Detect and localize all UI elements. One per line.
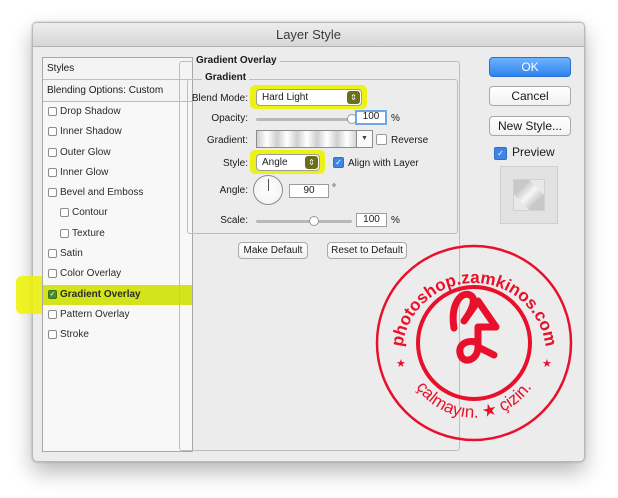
opacity-slider-track[interactable] <box>256 118 352 121</box>
effect-label: Drop Shadow <box>60 106 121 117</box>
angle-indicator <box>268 179 269 191</box>
style-select[interactable]: Angle ⇕ <box>256 154 320 171</box>
scale-input[interactable]: 100 <box>356 213 387 227</box>
effect-label: Stroke <box>60 329 89 341</box>
effect-item[interactable]: Stroke <box>43 325 192 345</box>
effect-label: Satin <box>60 248 83 260</box>
opacity-label: Opacity: <box>211 113 248 124</box>
scale-label: Scale: <box>220 215 248 226</box>
effect-checkbox[interactable] <box>48 249 57 259</box>
effect-checkbox[interactable] <box>48 147 57 157</box>
ok-button[interactable]: OK <box>489 57 571 77</box>
effect-checkbox[interactable] <box>48 127 57 137</box>
preview-swatch <box>513 179 545 211</box>
blending-options-item[interactable]: Blending Options: Custom <box>43 80 192 102</box>
align-with-layer-checkbox[interactable]: ✓ <box>333 157 344 168</box>
effect-label: Bevel and Emboss <box>60 187 144 199</box>
effect-label: Outer Glow <box>60 146 111 158</box>
select-arrows-icon: ⇕ <box>305 156 318 169</box>
blend-mode-label: Blend Mode: <box>191 93 248 104</box>
effect-checkbox[interactable] <box>48 188 57 198</box>
effect-label: Inner Glow <box>60 166 109 178</box>
preview-thumbnail <box>500 166 558 224</box>
effect-item[interactable]: Inner Glow <box>43 163 192 183</box>
make-default-button[interactable]: Make Default <box>238 242 308 259</box>
scale-slider-track[interactable] <box>256 220 352 223</box>
effect-item[interactable]: Inner Shadow <box>43 122 192 142</box>
effect-item[interactable]: Outer Glow <box>43 143 192 163</box>
styles-header[interactable]: Styles <box>43 58 192 80</box>
blend-mode-select[interactable]: Hard Light ⇕ <box>256 89 362 106</box>
effect-item[interactable]: Satin <box>43 244 192 264</box>
angle-label: Angle: <box>219 185 248 196</box>
styles-list: Styles Blending Options: Custom Drop Sha… <box>42 57 193 452</box>
gradient-overlay-title: Gradient Overlay <box>193 55 280 66</box>
gradient-swatch[interactable] <box>256 130 357 148</box>
watermark-stamp: photoshop.zamkinos.com çalmayın. ★ çizin… <box>375 244 573 442</box>
select-arrows-icon: ⇕ <box>347 91 360 104</box>
blend-mode-value: Hard Light <box>262 92 309 103</box>
preview-checkbox[interactable]: ✓ <box>494 147 507 160</box>
effect-item[interactable]: Contour <box>43 203 192 223</box>
effect-item[interactable]: Texture <box>43 224 192 244</box>
stamp-logo-icon <box>449 290 500 364</box>
align-with-layer-label: Align with Layer <box>348 158 419 169</box>
effect-checkbox[interactable] <box>48 330 57 340</box>
effect-label: Color Overlay <box>60 268 122 280</box>
gradient-group-title: Gradient <box>202 72 250 83</box>
opacity-unit: % <box>391 113 400 124</box>
effect-checkbox[interactable] <box>48 269 57 279</box>
style-value: Angle <box>262 157 288 168</box>
angle-dial[interactable] <box>253 175 283 205</box>
effect-checkbox[interactable] <box>60 228 69 238</box>
star-icon: ★ <box>542 357 552 370</box>
effect-label: Pattern Overlay <box>60 308 130 320</box>
cancel-button[interactable]: Cancel <box>489 86 571 106</box>
effect-checkbox[interactable]: ✓ <box>48 289 57 299</box>
new-style-button[interactable]: New Style... <box>489 116 571 136</box>
effect-checkbox[interactable] <box>48 107 57 116</box>
opacity-input[interactable]: 100 <box>355 110 387 125</box>
effect-item[interactable]: Drop Shadow <box>43 102 192 122</box>
effect-label: Texture <box>72 227 105 239</box>
scale-slider-knob[interactable] <box>308 216 319 226</box>
effect-item[interactable]: Pattern Overlay <box>43 305 192 325</box>
reverse-checkbox[interactable] <box>376 134 387 145</box>
angle-input[interactable]: 90 <box>289 184 329 198</box>
star-icon: ★ <box>396 357 406 370</box>
effect-checkbox[interactable] <box>48 167 57 177</box>
effects-list: Drop Shadow Inner Shadow Outer Glow Inner G… <box>43 102 192 346</box>
effect-item[interactable]: ✓ Gradient Overlay <box>43 284 192 305</box>
effect-item[interactable]: Color Overlay <box>43 264 192 284</box>
angle-unit: ° <box>332 183 336 194</box>
effect-label: Contour <box>72 207 108 219</box>
effect-label: Gradient Overlay <box>60 288 141 300</box>
style-label: Style: <box>222 158 248 169</box>
effect-label: Inner Shadow <box>60 126 122 138</box>
gradient-dropdown-icon[interactable]: ▼ <box>357 130 373 148</box>
effect-checkbox[interactable] <box>48 309 57 319</box>
preview-label: Preview <box>512 145 555 159</box>
effect-item[interactable]: Bevel and Emboss <box>43 183 192 203</box>
gradient-label: Gradient: <box>206 135 248 146</box>
reverse-label: Reverse <box>391 135 429 146</box>
dialog-title: Layer Style <box>33 23 584 47</box>
scale-unit: % <box>391 215 400 226</box>
effect-checkbox[interactable] <box>60 208 69 218</box>
